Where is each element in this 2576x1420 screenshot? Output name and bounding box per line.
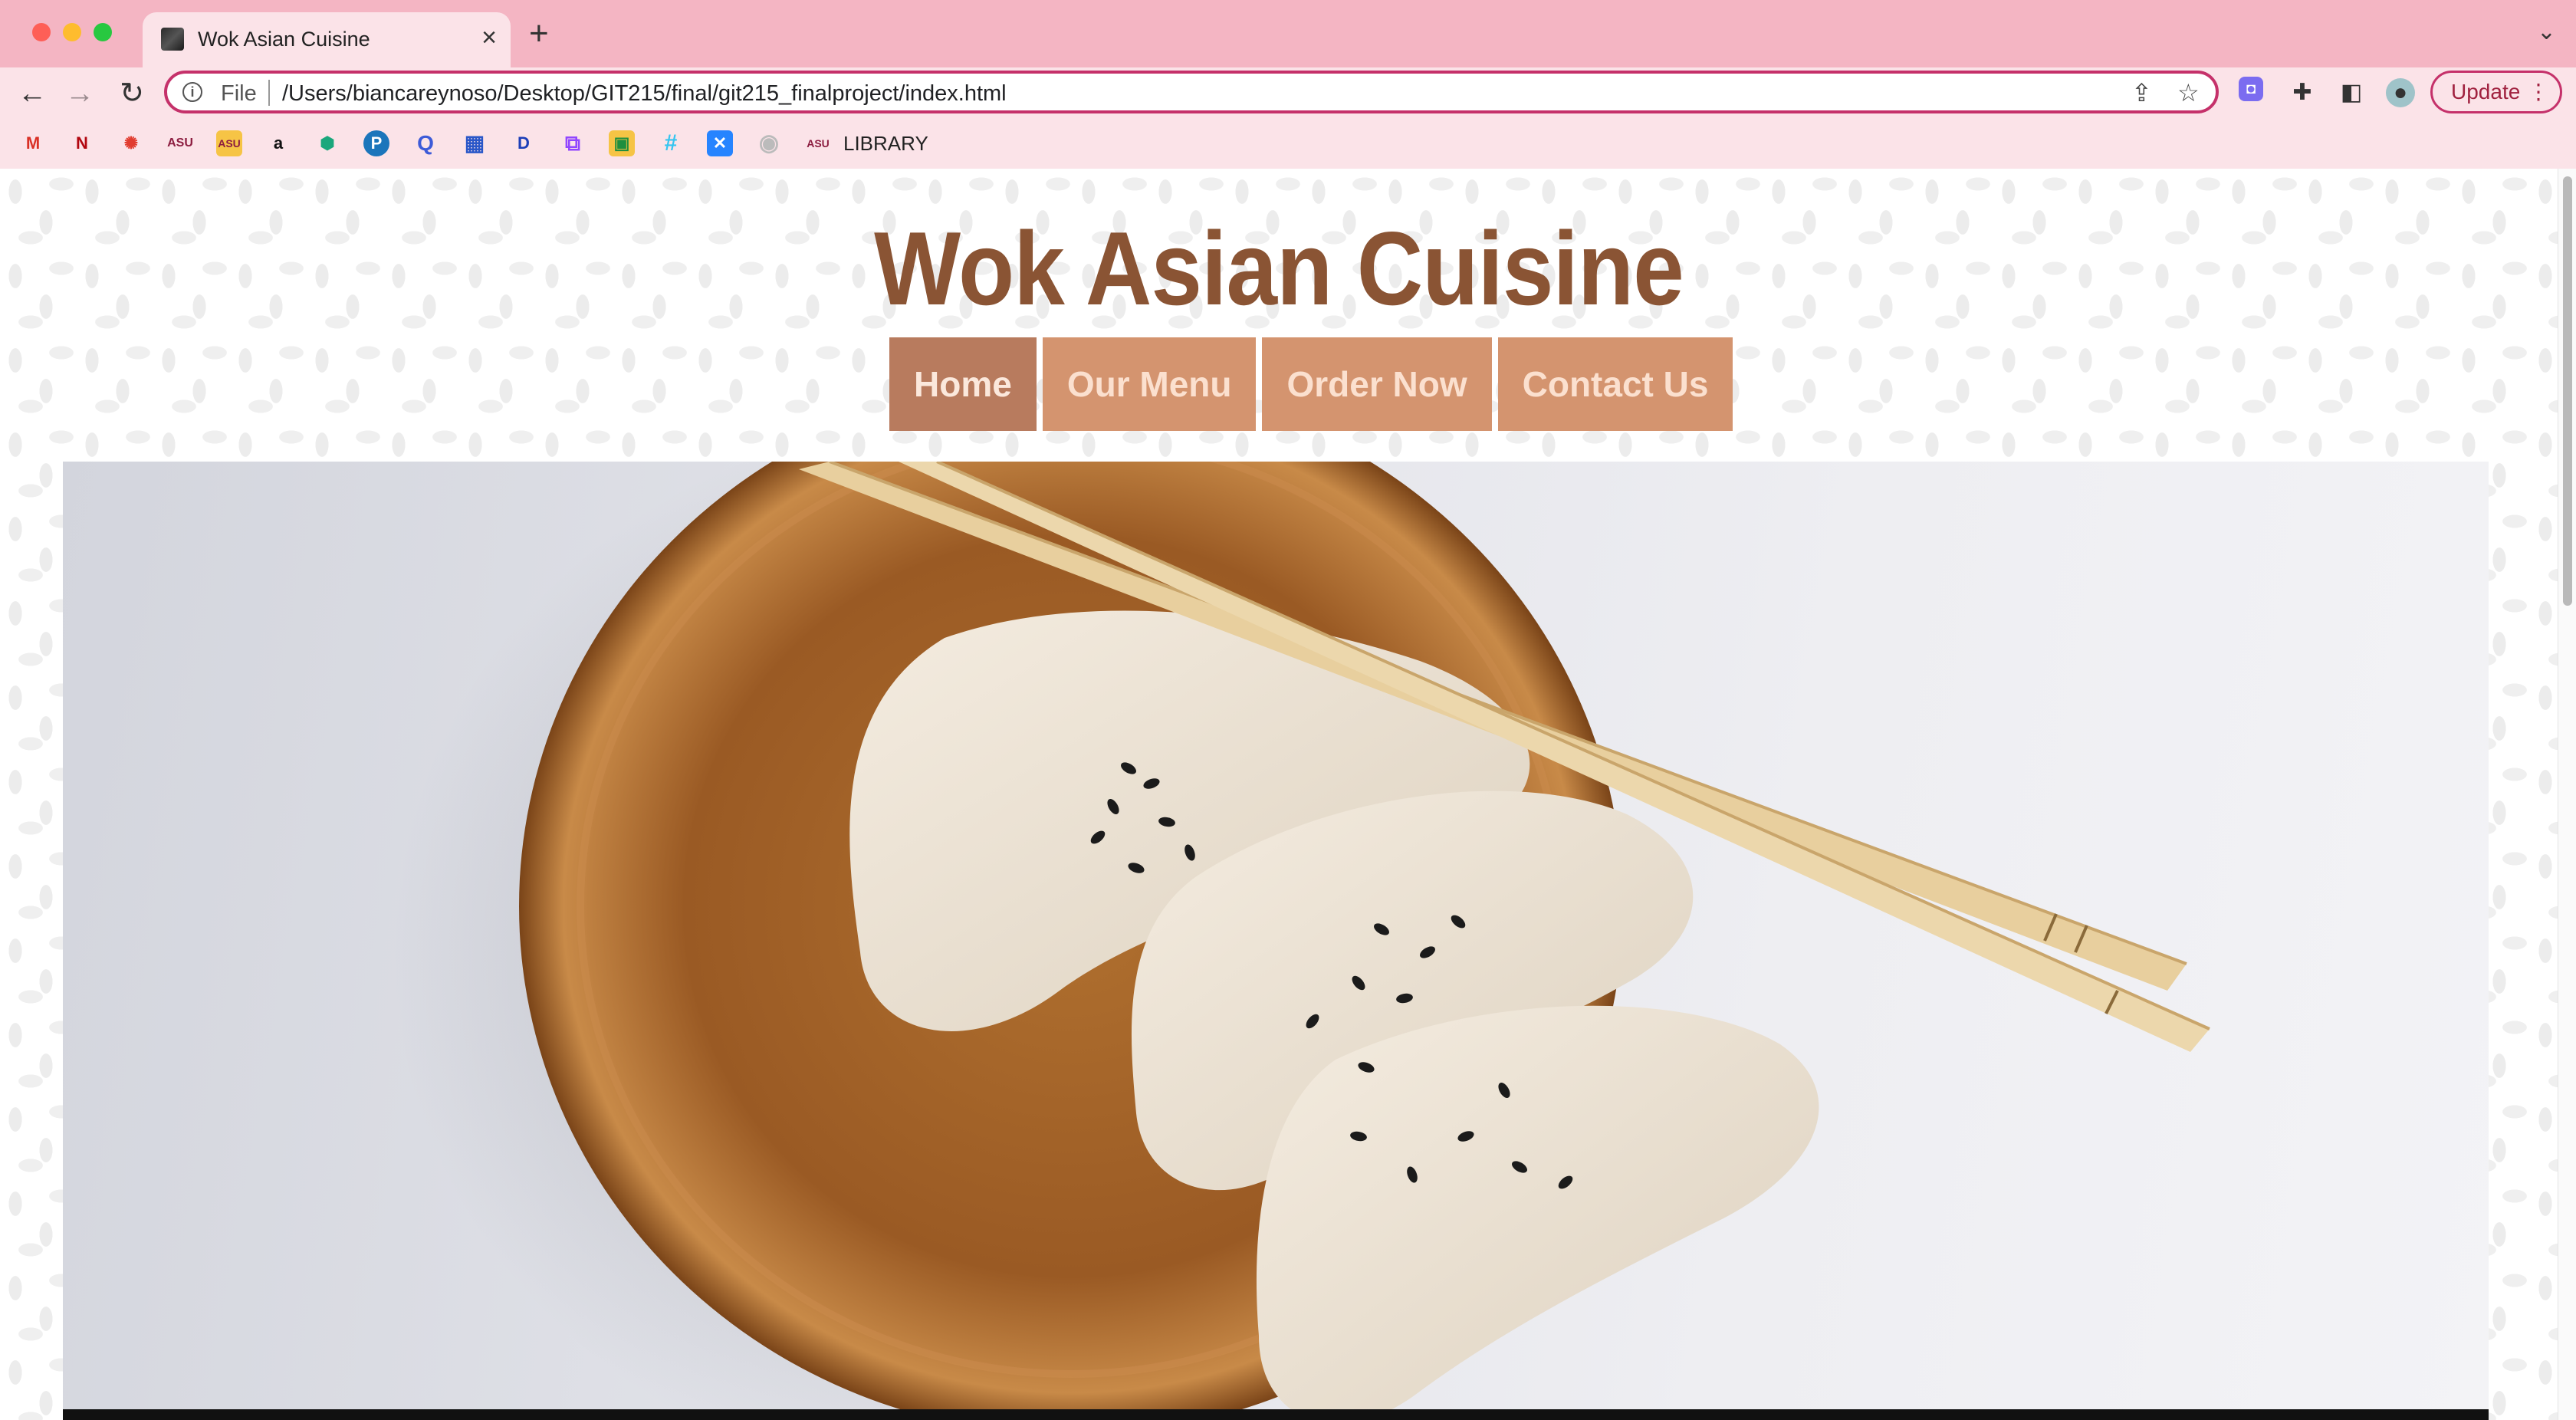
asu-icon[interactable]: ASU <box>216 130 242 156</box>
pearson-icon[interactable]: P <box>363 130 389 156</box>
avatar[interactable]: ● <box>2386 78 2415 107</box>
browser-titlebar: Wok Asian Cuisine × + ⌄ <box>0 0 2576 67</box>
back-arrow-icon[interactable]: ← <box>14 75 51 112</box>
nav-contact-us[interactable]: Contact Us <box>1497 337 1733 431</box>
gmail-icon[interactable]: M <box>20 130 46 156</box>
omnibox-divider <box>268 80 270 106</box>
slack-icon[interactable]: # <box>658 130 684 156</box>
q-icon[interactable]: Q <box>412 130 439 156</box>
close-window-button[interactable] <box>32 23 51 41</box>
new-tab-icon[interactable]: + <box>529 17 549 51</box>
maximize-window-button[interactable] <box>94 23 112 41</box>
hero-dumplings-image <box>63 462 2489 1420</box>
bookmarks-bar: M N ✺ ASU ASU a ⬢ P Q ▦ D ⧉ ▣ # ✕ ◉ ASU … <box>0 120 2576 169</box>
tab-title: Wok Asian Cuisine <box>198 28 370 51</box>
url-text[interactable]: /Users/biancareynoso/Desktop/GIT215/fina… <box>282 81 1007 107</box>
tab-favicon-icon <box>161 28 184 51</box>
dumpling-3 <box>1256 1005 1819 1420</box>
share-icon[interactable]: ⇪ <box>2131 78 2152 107</box>
info-icon[interactable]: i <box>182 82 202 102</box>
chevron-down-icon[interactable]: ⌄ <box>2537 18 2556 45</box>
more-menu-icon[interactable]: ⋮ <box>2528 73 2549 111</box>
browser-tab[interactable]: Wok Asian Cuisine × <box>143 12 511 67</box>
github-icon[interactable]: ◉ <box>756 130 782 156</box>
forward-arrow-icon[interactable]: → <box>61 75 98 112</box>
hero-bottom-edge <box>63 1409 2489 1420</box>
page-scrollbar[interactable] <box>2558 169 2576 1420</box>
main-nav: Home Our Menu Order Now Contact Us <box>889 337 1733 431</box>
browser-toolbar: ← → ↻ i File /Users/biancareynoso/Deskto… <box>0 67 2576 120</box>
update-button[interactable]: Update ⋮ <box>2430 71 2562 113</box>
scrollbar-thumb[interactable] <box>2563 176 2572 606</box>
update-label: Update <box>2451 80 2521 104</box>
extension-icon[interactable]: ◘ <box>2239 77 2263 101</box>
hero-illustration <box>393 462 2210 1420</box>
amazon-icon[interactable]: a <box>265 130 291 156</box>
minimize-window-button[interactable] <box>63 23 81 41</box>
netflix-icon[interactable]: N <box>69 130 95 156</box>
nav-order-now[interactable]: Order Now <box>1262 337 1492 431</box>
asu-icon[interactable]: ASU <box>167 130 193 156</box>
reload-icon[interactable]: ↻ <box>113 75 150 112</box>
url-scheme-label: File <box>221 81 257 106</box>
disney-plus-icon[interactable]: D <box>511 130 537 156</box>
puzzle-icon[interactable]: ✚ <box>2288 78 2317 107</box>
page-viewport: Wok Asian Cuisine Home Our Menu Order No… <box>0 169 2558 1420</box>
nav-our-menu[interactable]: Our Menu <box>1042 337 1257 431</box>
asu-library-icon[interactable]: ASU <box>805 130 831 156</box>
site-title: Wok Asian Cuisine <box>874 210 1684 327</box>
nav-home[interactable]: Home <box>889 337 1037 431</box>
address-bar[interactable]: i File /Users/biancareynoso/Desktop/GIT2… <box>164 71 2219 113</box>
shield-icon[interactable]: ⬢ <box>314 130 340 156</box>
calendar-icon[interactable]: ▦ <box>462 130 488 156</box>
bookmark-star-icon[interactable]: ☆ <box>2177 78 2200 107</box>
side-panel-icon[interactable]: ◧ <box>2337 78 2366 107</box>
twitch-icon[interactable]: ⧉ <box>560 130 586 156</box>
tab-close-icon[interactable]: × <box>481 23 497 53</box>
bookmark-library-label[interactable]: LIBRARY <box>843 132 928 156</box>
confluence-icon[interactable]: ✕ <box>707 130 733 156</box>
canvas-icon[interactable]: ✺ <box>118 130 144 156</box>
classroom-icon[interactable]: ▣ <box>609 130 635 156</box>
